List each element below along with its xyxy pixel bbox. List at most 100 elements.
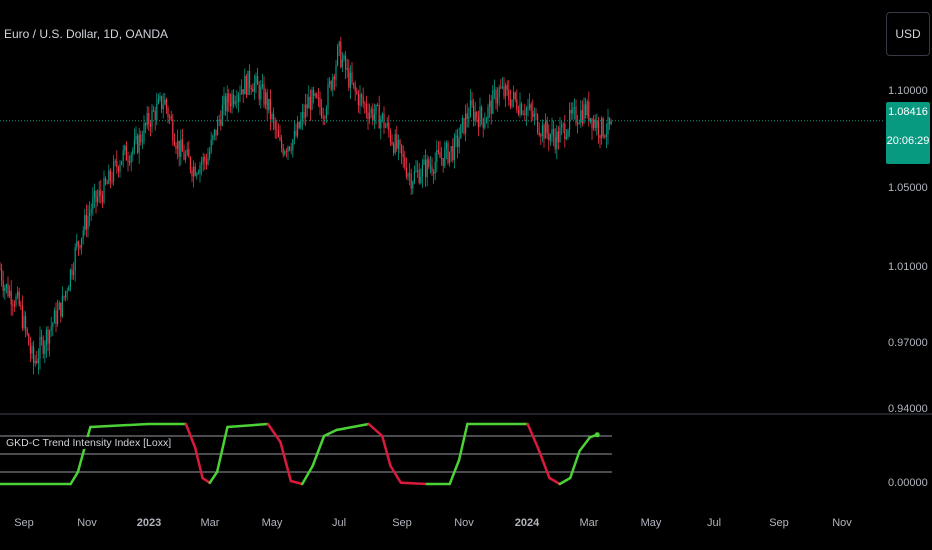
candle-body — [431, 166, 433, 172]
time-tick-label: Nov — [77, 517, 97, 529]
candle-body — [212, 135, 214, 140]
candle-body — [317, 97, 319, 99]
indicator-segment — [457, 422, 469, 462]
candle-body — [365, 104, 367, 113]
candle-body — [410, 173, 412, 189]
candle-body — [370, 108, 372, 113]
candle-body — [77, 241, 79, 246]
indicator-title[interactable]: GKD-C Trend Intensity Index [Loxx] — [4, 437, 174, 449]
candle-body — [279, 137, 281, 141]
candle-body — [268, 98, 270, 110]
candle-body — [343, 55, 345, 60]
candle-body — [236, 101, 238, 103]
candle-body — [381, 113, 383, 119]
candle-body — [533, 113, 535, 118]
candle-body — [529, 104, 531, 108]
candle-body — [477, 117, 479, 127]
candle-body — [181, 139, 183, 152]
candle-body — [364, 103, 366, 105]
candle-body — [487, 106, 489, 120]
candle-body — [23, 316, 25, 329]
indicator-segment — [279, 440, 293, 483]
candle-body — [461, 118, 463, 125]
candle-body — [132, 149, 134, 155]
candle-body — [129, 161, 131, 163]
trading-chart[interactable]: 1.10000 1.05000 1.01000 0.97000 0.94000 0.000… — [0, 0, 932, 550]
candle-body — [156, 103, 158, 120]
candle-body — [610, 121, 612, 125]
candle-body — [441, 157, 443, 159]
candle-body — [153, 110, 155, 112]
symbol-title[interactable]: Euro / U.S. Dollar, 1D, OANDA — [4, 27, 168, 41]
candle-body — [378, 104, 380, 129]
candle-body — [271, 114, 273, 120]
candle-body — [124, 145, 126, 151]
candle-body — [420, 176, 422, 184]
candle-body — [481, 106, 483, 119]
candle-body — [501, 86, 503, 88]
time-tick-label: May — [262, 517, 283, 529]
candle-body — [564, 124, 566, 139]
candle-body — [228, 93, 230, 103]
candle-body — [301, 111, 303, 120]
candle-body — [490, 100, 492, 114]
candle-body — [452, 146, 454, 161]
candle-body — [508, 89, 510, 100]
candle-body — [297, 121, 299, 136]
candle-body — [159, 96, 161, 99]
candle-body — [607, 117, 609, 134]
indicator-segment — [266, 422, 282, 444]
candle-body — [229, 102, 231, 107]
candle-body — [549, 134, 551, 141]
candle-body — [37, 358, 39, 363]
candle-body — [113, 162, 115, 182]
candle-body — [377, 104, 379, 106]
candle-body — [260, 86, 262, 100]
candle-body — [506, 85, 508, 90]
candle-body — [356, 90, 358, 94]
candle-body — [0, 268, 1, 270]
candle-body — [1, 268, 3, 281]
candle-body — [580, 110, 582, 123]
candle-body — [445, 143, 447, 149]
candle-body — [186, 149, 188, 155]
candle-body — [308, 96, 310, 109]
currency-button[interactable]: USD — [886, 12, 930, 56]
candle-body — [285, 151, 287, 153]
candle-body — [87, 216, 89, 230]
candle-body — [489, 100, 491, 107]
candle-body — [556, 131, 558, 149]
candle-body — [31, 346, 33, 354]
candle-body — [321, 107, 323, 118]
indicator-segment — [536, 446, 551, 480]
candle-body — [220, 119, 222, 126]
candle-body — [500, 87, 502, 89]
candle-body — [401, 144, 403, 154]
candle-body — [394, 134, 396, 153]
candle-body — [191, 169, 193, 177]
candle-body — [103, 178, 105, 203]
candle-body — [74, 247, 76, 271]
candle-body — [178, 140, 180, 157]
time-axis[interactable]: Sep Nov 2023 Mar May Jul Sep Nov 2024 Mar May Jul Se… — [14, 517, 852, 529]
candle-body — [82, 230, 84, 239]
candle-body — [514, 92, 516, 100]
candle-body — [559, 127, 561, 143]
candle-body — [130, 154, 132, 163]
time-tick-label: Mar — [201, 517, 220, 529]
indicator-segment — [194, 446, 204, 480]
candle-body — [527, 107, 529, 109]
candle-body — [25, 316, 27, 329]
candle-body — [354, 84, 356, 91]
candle-body — [351, 72, 353, 83]
candle-body — [189, 157, 191, 170]
candle-body — [389, 131, 391, 142]
candle-body — [119, 164, 121, 172]
candle-body — [498, 87, 500, 98]
candle-body — [225, 96, 227, 112]
candle-body — [333, 76, 335, 80]
candle-body — [289, 146, 291, 150]
candle-body — [469, 100, 471, 117]
candle-body — [57, 309, 59, 325]
candle-body — [13, 304, 15, 306]
